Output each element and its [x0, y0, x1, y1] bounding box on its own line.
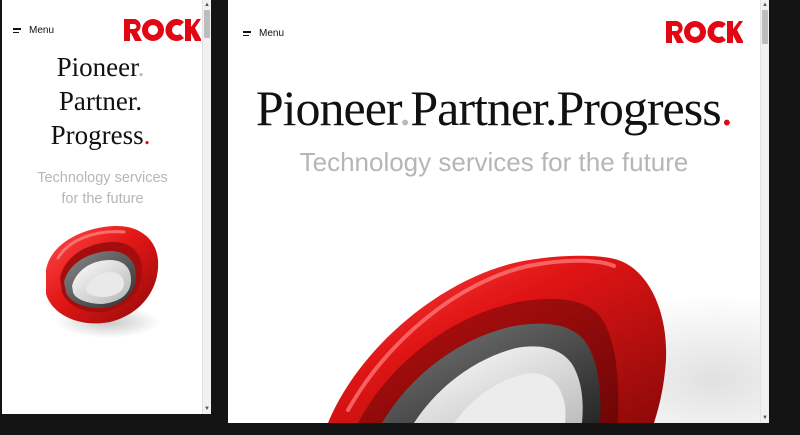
desktop-scrollbar[interactable]: ▲ ▼ [760, 0, 769, 423]
scroll-thumb[interactable] [762, 10, 768, 44]
rock-logo[interactable] [123, 18, 201, 42]
red-ring-sculpture-image [46, 225, 160, 338]
headline-word-partner: Partner [410, 80, 546, 136]
menu-label: Menu [259, 28, 285, 39]
headline-word-pioneer: Pioneer [255, 80, 400, 136]
scroll-down-icon[interactable]: ▼ [761, 413, 769, 423]
scroll-down-icon[interactable]: ▼ [203, 404, 211, 414]
headline-line-pioneer: Pioneer. [56, 52, 145, 82]
hero-headline: Pioneer. Partner. Progress. [2, 50, 199, 152]
rock-logo[interactable] [665, 20, 743, 44]
mobile-viewport: Menu Pioneer. Partner. Progress. Technol… [2, 0, 211, 414]
scroll-thumb[interactable] [204, 10, 210, 38]
menu-label: Menu [29, 25, 55, 36]
hero-tagline: Technology services for the future [299, 147, 689, 177]
red-ring-sculpture-image [328, 255, 769, 423]
desktop-viewport: Menu Pioneer.Partner.Progress. Technolog… [228, 0, 769, 423]
tagline-line-2: for the future [61, 191, 144, 207]
hamburger-icon [13, 28, 21, 33]
headline-dot-red: . [720, 80, 733, 136]
headline-line-partner: Partner. [58, 86, 143, 116]
mobile-scrollbar[interactable]: ▲ ▼ [202, 0, 211, 414]
hero-headline: Pioneer.Partner.Progress. [228, 78, 760, 138]
scroll-up-icon[interactable]: ▲ [203, 0, 211, 10]
tagline-line-1: Technology services [37, 170, 168, 186]
menu-button[interactable]: Menu [13, 25, 54, 36]
rock-logo-icon [666, 20, 743, 43]
headline-line-progress: Progress. [50, 120, 151, 150]
headline-dot: . [544, 80, 557, 136]
headline-dot: . [398, 80, 411, 136]
hero-tagline: Technology services for the future [2, 168, 203, 210]
rock-logo-icon [124, 18, 201, 41]
headline-word-progress: Progress [556, 80, 721, 136]
scroll-up-icon[interactable]: ▲ [761, 0, 769, 10]
hamburger-icon [243, 31, 251, 36]
menu-button[interactable]: Menu [243, 28, 284, 39]
